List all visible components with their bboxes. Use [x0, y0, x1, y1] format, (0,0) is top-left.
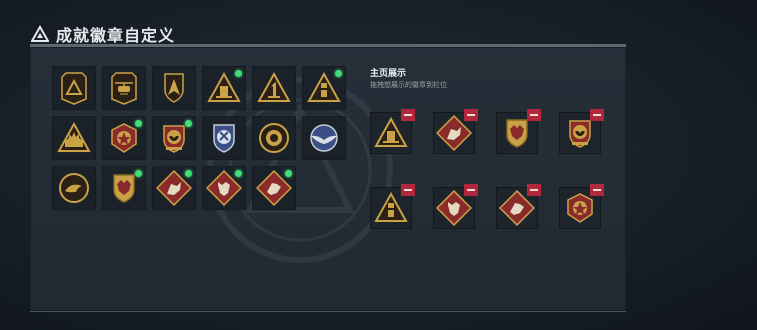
remove-badge-button[interactable] — [590, 109, 604, 121]
display-badge-slot[interactable] — [559, 109, 604, 154]
remove-badge-button[interactable] — [590, 184, 604, 196]
page-header: 成就徽章自定义 — [30, 22, 175, 46]
minus-icon — [467, 114, 475, 116]
triangle-outline-badge-icon — [61, 72, 87, 105]
collection-badge-slot[interactable] — [102, 116, 146, 160]
new-badge-indicator — [235, 170, 242, 177]
collection-badge-slot[interactable] — [152, 66, 196, 110]
new-badge-indicator — [185, 170, 192, 177]
minus-icon — [404, 114, 412, 116]
new-badge-indicator — [185, 120, 192, 127]
new-badge-indicator — [235, 70, 242, 77]
remove-badge-button[interactable] — [527, 109, 541, 121]
collection-badge-slot[interactable] — [302, 66, 346, 110]
city-triangle-badge-icon — [57, 121, 91, 152]
dolphin-circle-badge-icon — [59, 173, 89, 203]
display-section-description: 拖拽想展示的徽章到栏位 — [370, 81, 447, 89]
remove-badge-button[interactable] — [527, 184, 541, 196]
collection-badge-slot[interactable] — [152, 166, 196, 210]
display-badge-slot[interactable] — [370, 109, 415, 154]
display-section-title: 主页展示 — [370, 69, 407, 79]
collection-badge-slot[interactable] — [202, 66, 246, 110]
remove-badge-button[interactable] — [464, 109, 478, 121]
display-badge-slot[interactable] — [559, 184, 604, 229]
minus-icon — [593, 189, 601, 191]
collection-badge-slot[interactable] — [252, 166, 296, 210]
collection-badge-slot[interactable] — [152, 116, 196, 160]
collection-badge-slot[interactable] — [202, 116, 246, 160]
collection-badge-slot[interactable] — [252, 116, 296, 160]
collection-badge-slot[interactable] — [302, 116, 346, 160]
remove-badge-button[interactable] — [401, 109, 415, 121]
new-badge-indicator — [285, 170, 292, 177]
wings-blue-badge-icon — [310, 124, 338, 152]
new-badge-indicator — [135, 120, 142, 127]
display-badge-slot[interactable] — [433, 184, 478, 229]
number-one-triangle-badge-icon — [257, 71, 291, 102]
new-badge-indicator — [335, 70, 342, 77]
display-badge-slot[interactable] — [370, 184, 415, 229]
new-badge-indicator — [135, 170, 142, 177]
collection-badge-slot[interactable] — [202, 166, 246, 210]
minus-icon — [404, 189, 412, 191]
minus-icon — [530, 114, 538, 116]
minus-icon — [467, 189, 475, 191]
blue-shield-badge-icon — [213, 124, 235, 153]
arrowhead-shield-badge-icon — [164, 73, 184, 103]
triangle-warning-icon — [30, 24, 50, 44]
helicopter-badge-icon — [111, 72, 137, 105]
wreath-medallion-badge-icon — [259, 123, 289, 153]
collection-badge-slot[interactable] — [52, 166, 96, 210]
collection-badge-slot[interactable] — [102, 66, 146, 110]
minus-icon — [530, 189, 538, 191]
display-badge-slot[interactable] — [496, 184, 541, 229]
collection-badge-slot[interactable] — [252, 66, 296, 110]
minus-icon — [593, 114, 601, 116]
display-badge-slot[interactable] — [496, 109, 541, 154]
remove-badge-button[interactable] — [401, 184, 415, 196]
page-title: 成就徽章自定义 — [56, 26, 176, 45]
collection-badge-slot[interactable] — [102, 166, 146, 210]
collection-badge-slot[interactable] — [52, 66, 96, 110]
collection-badge-slot[interactable] — [52, 116, 96, 160]
display-badge-slot[interactable] — [433, 109, 478, 154]
remove-badge-button[interactable] — [464, 184, 478, 196]
